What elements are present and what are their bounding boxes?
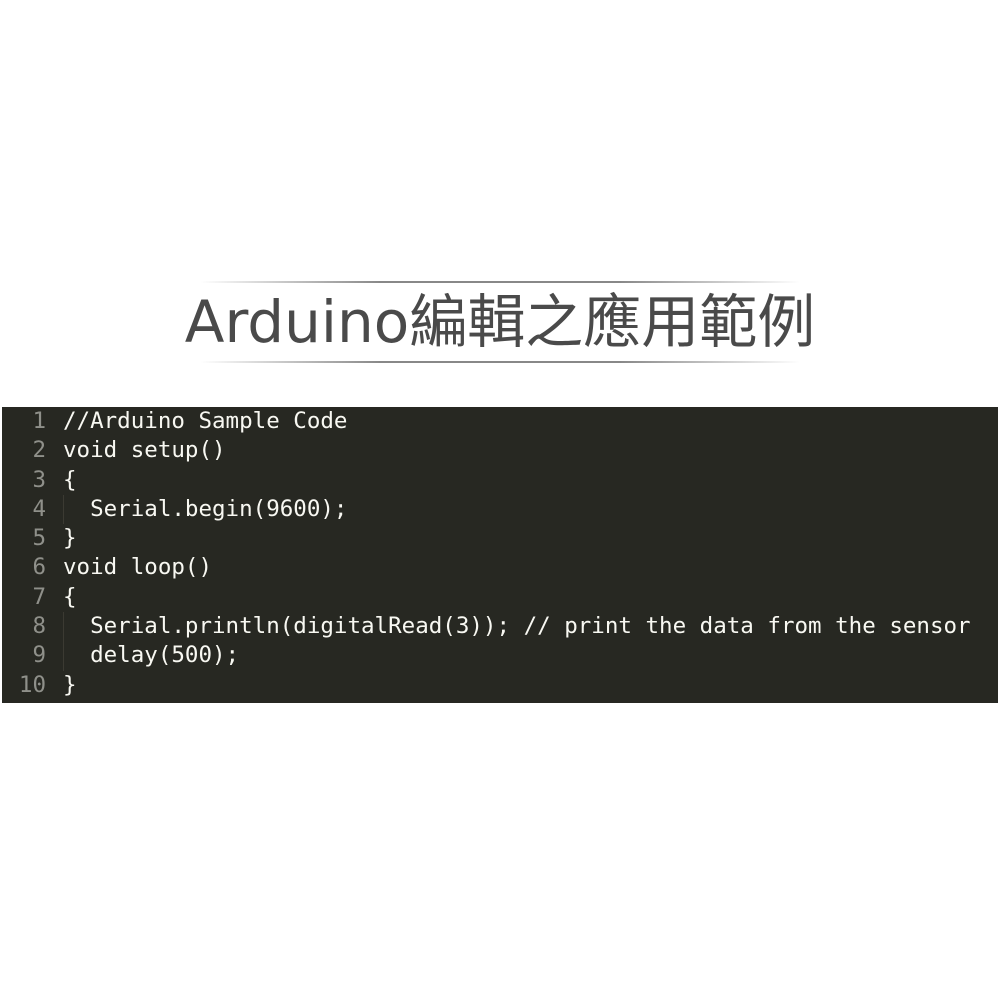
code-text: } [63,525,77,552]
code-line: 3{ [2,466,998,495]
code-line: 4 Serial.begin(9600); [2,495,998,524]
title-bottom-rule [200,361,800,363]
code-line: 9 delay(500); [2,641,998,670]
code-text: Serial.begin(9600); [63,495,348,522]
code-text: //Arduino Sample Code [63,408,348,434]
code-editor: 1//Arduino Sample Code 2 void setup() 3{4 S… [2,407,998,703]
line-number: 5 [32,525,46,552]
code-line: 5} [2,524,998,553]
line-number: 8 [32,613,46,640]
line-number: 3 [32,466,46,493]
line-number: 1 [32,408,46,434]
code-line: 10} [2,671,998,700]
code-text: { [63,466,77,493]
code-text: delay(500); [63,642,240,669]
code-line: 7{ [2,583,998,612]
code-text: void setup() [63,437,226,464]
page-title: Arduino編輯之應用範例 [184,288,816,356]
line-number: 9 [32,642,46,669]
code-text: Serial.println(digitalRead(3)); // print… [63,613,971,640]
code-text: } [63,671,77,698]
code-line: 2 void setup() [2,436,998,465]
line-number: 4 [32,495,46,522]
code-text: void loop() [63,554,213,581]
title-top-rule [200,281,800,283]
line-number: 2 [32,437,46,464]
code-line: 8 Serial.println(digitalRead(3)); // pri… [2,612,998,641]
code-line: 6 void loop() [2,553,998,582]
line-number: 10 [18,671,46,698]
line-number: 6 [32,554,46,581]
line-number: 7 [32,583,46,610]
code-text: { [63,583,77,610]
code-line: 1 //Arduino Sample Code [2,407,998,436]
